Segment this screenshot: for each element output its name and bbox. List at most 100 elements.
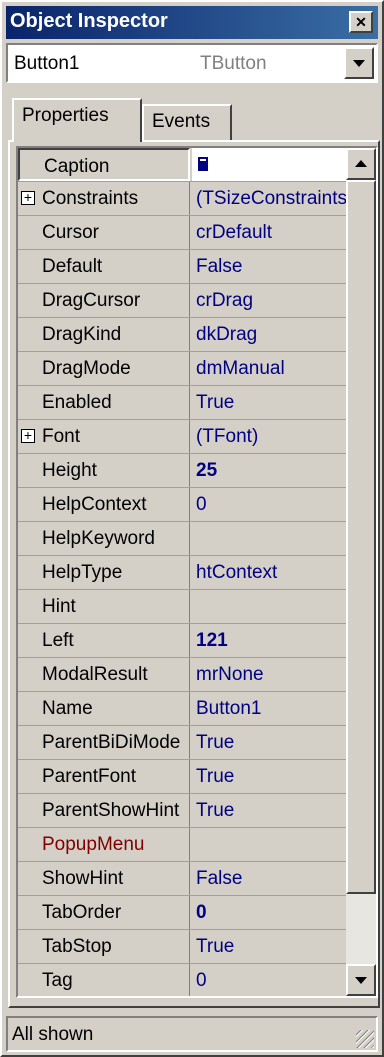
property-name-text: Left bbox=[42, 630, 74, 651]
property-name[interactable]: HelpKeyword bbox=[18, 522, 190, 555]
property-name[interactable]: Enabled bbox=[18, 386, 190, 419]
property-name-text: ShowHint bbox=[42, 868, 124, 889]
property-name[interactable]: ParentFont bbox=[18, 760, 190, 793]
scroll-thumb[interactable] bbox=[346, 180, 376, 894]
property-value[interactable] bbox=[192, 828, 350, 861]
property-value[interactable]: crDefault bbox=[192, 216, 350, 249]
property-row[interactable]: ParentBiDiMode True bbox=[18, 726, 346, 760]
resize-grip-icon[interactable] bbox=[356, 1030, 374, 1048]
property-grid[interactable]: Caption + Constraints (TSizeConstraints) Cur… bbox=[16, 146, 378, 998]
property-name[interactable]: ModalResult bbox=[18, 658, 190, 691]
property-name-text: Caption bbox=[44, 156, 110, 177]
property-value[interactable]: 0 bbox=[192, 488, 350, 521]
property-name[interactable]: Height bbox=[18, 454, 190, 487]
property-name-text: HelpType bbox=[42, 562, 123, 583]
property-name[interactable]: TabOrder bbox=[18, 896, 190, 929]
property-value[interactable]: dkDrag bbox=[192, 318, 350, 351]
property-name-text: ParentBiDiMode bbox=[42, 732, 181, 753]
tab-properties[interactable]: Properties bbox=[12, 98, 142, 142]
property-row[interactable]: + Constraints (TSizeConstraints) bbox=[18, 182, 350, 216]
property-row[interactable]: DragKind dkDrag bbox=[18, 318, 346, 352]
property-name[interactable]: Caption bbox=[18, 148, 190, 181]
property-value-editor[interactable] bbox=[192, 148, 346, 181]
property-name[interactable]: Default bbox=[18, 250, 190, 283]
property-name[interactable]: + Font bbox=[18, 420, 190, 453]
property-row[interactable]: + Font (TFont) bbox=[18, 420, 346, 454]
property-row[interactable]: Cursor crDefault bbox=[18, 216, 346, 250]
property-value[interactable]: dmManual bbox=[192, 352, 350, 385]
title-bar[interactable]: Object Inspector ✕ bbox=[6, 6, 378, 39]
property-row[interactable]: Left 121 bbox=[18, 624, 346, 658]
property-value[interactable]: 0 bbox=[192, 896, 350, 929]
property-value[interactable]: 25 bbox=[192, 454, 350, 487]
property-name-text: TabStop bbox=[42, 936, 112, 957]
property-row[interactable]: Enabled True bbox=[18, 386, 346, 420]
property-value[interactable]: 121 bbox=[192, 624, 350, 657]
property-value[interactable]: True bbox=[192, 794, 350, 827]
property-value[interactable]: True bbox=[192, 726, 350, 759]
property-name[interactable]: Tag bbox=[18, 964, 190, 996]
property-value[interactable]: 0 bbox=[192, 964, 350, 996]
property-name-text: PopupMenu bbox=[42, 834, 145, 855]
property-row[interactable]: DragMode dmManual bbox=[18, 352, 346, 386]
property-name[interactable]: TabStop bbox=[18, 930, 190, 963]
property-name[interactable]: ParentShowHint bbox=[18, 794, 190, 827]
property-row[interactable]: Tag 0 bbox=[18, 964, 346, 996]
property-row[interactable]: ParentFont True bbox=[18, 760, 346, 794]
property-row[interactable]: TabStop True bbox=[18, 930, 346, 964]
component-selector[interactable]: Button1 TButton bbox=[6, 43, 378, 83]
property-row[interactable]: DragCursor crDrag bbox=[18, 284, 346, 318]
property-name[interactable]: HelpType bbox=[18, 556, 190, 589]
property-row[interactable]: Height 25 bbox=[18, 454, 346, 488]
property-row[interactable]: Caption bbox=[18, 148, 346, 182]
property-row[interactable]: HelpContext 0 bbox=[18, 488, 346, 522]
property-name[interactable]: Cursor bbox=[18, 216, 190, 249]
scroll-up-icon[interactable] bbox=[346, 148, 376, 180]
property-value[interactable]: htContext bbox=[192, 556, 350, 589]
expand-icon[interactable]: + bbox=[21, 190, 35, 205]
property-name[interactable]: PopupMenu bbox=[18, 828, 190, 861]
property-row[interactable]: TabOrder 0 bbox=[18, 896, 346, 930]
property-name[interactable]: Hint bbox=[18, 590, 190, 623]
property-row[interactable]: ModalResult mrNone bbox=[18, 658, 346, 692]
property-name[interactable]: ParentBiDiMode bbox=[18, 726, 190, 759]
property-value[interactable]: (TFont) bbox=[192, 420, 350, 453]
property-name[interactable]: DragKind bbox=[18, 318, 190, 351]
property-row[interactable]: Default False bbox=[18, 250, 346, 284]
status-text: All shown bbox=[12, 1024, 94, 1045]
property-value[interactable]: True bbox=[192, 386, 350, 419]
property-row[interactable]: PopupMenu bbox=[18, 828, 346, 862]
property-name[interactable]: DragCursor bbox=[18, 284, 190, 317]
property-row[interactable]: ParentShowHint True bbox=[18, 794, 346, 828]
property-value[interactable]: (TSizeConstraints) bbox=[192, 182, 350, 215]
close-icon[interactable]: ✕ bbox=[349, 11, 373, 33]
tab-events[interactable]: Events bbox=[142, 104, 232, 140]
property-row[interactable]: HelpType htContext bbox=[18, 556, 346, 590]
property-name[interactable]: DragMode bbox=[18, 352, 190, 385]
vertical-scrollbar[interactable] bbox=[346, 148, 376, 996]
property-value[interactable] bbox=[192, 590, 350, 623]
property-name[interactable]: HelpContext bbox=[18, 488, 190, 521]
property-name[interactable]: ShowHint bbox=[18, 862, 190, 895]
expand-icon[interactable]: + bbox=[21, 428, 35, 443]
property-value[interactable] bbox=[192, 522, 350, 555]
property-value[interactable]: mrNone bbox=[192, 658, 350, 691]
property-value[interactable]: True bbox=[192, 760, 350, 793]
property-row[interactable]: Hint bbox=[18, 590, 346, 624]
property-name-text: ModalResult bbox=[42, 664, 148, 685]
property-name[interactable]: Name bbox=[18, 692, 190, 725]
scroll-down-icon[interactable] bbox=[346, 964, 376, 996]
property-value[interactable]: False bbox=[192, 250, 350, 283]
property-name-text: Default bbox=[42, 256, 103, 277]
property-value[interactable]: False bbox=[192, 862, 350, 895]
property-name[interactable]: + Constraints bbox=[18, 182, 190, 215]
property-row[interactable]: HelpKeyword bbox=[18, 522, 346, 556]
property-value[interactable]: Button1 bbox=[192, 692, 350, 725]
property-value[interactable]: crDrag bbox=[192, 284, 350, 317]
property-name-text: DragKind bbox=[42, 324, 122, 345]
property-name[interactable]: Left bbox=[18, 624, 190, 657]
dropdown-arrow-icon[interactable] bbox=[344, 47, 374, 79]
property-row[interactable]: ShowHint False bbox=[18, 862, 346, 896]
property-value[interactable]: True bbox=[192, 930, 350, 963]
property-row[interactable]: Name Button1 bbox=[18, 692, 346, 726]
